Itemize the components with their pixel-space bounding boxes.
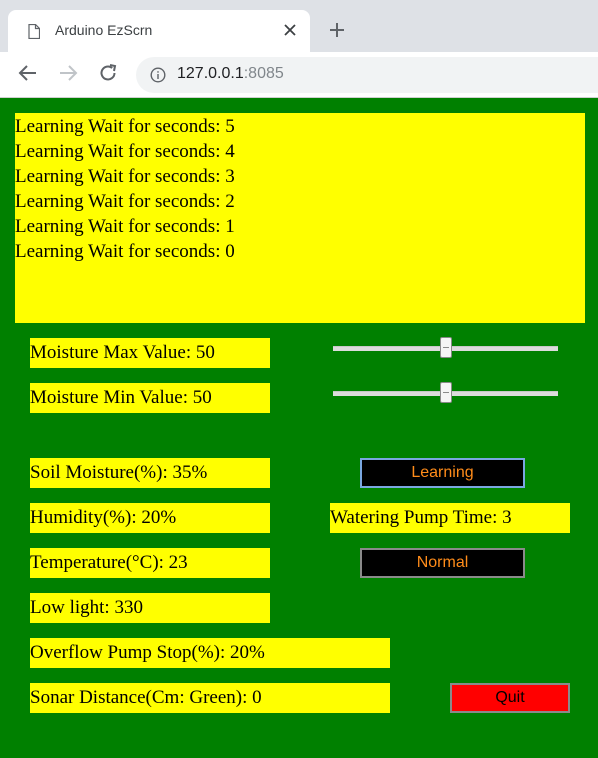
new-tab-icon[interactable] — [327, 20, 347, 40]
slider-thumb[interactable] — [439, 382, 452, 403]
learning-button[interactable]: Learning — [360, 458, 525, 488]
log-panel: Learning Wait for seconds: 5 Learning Wa… — [15, 113, 585, 323]
back-arrow-icon[interactable] — [17, 62, 39, 84]
log-line: Learning Wait for seconds: 3 — [15, 166, 235, 187]
watering-pump-time: Watering Pump Time: 3 — [330, 503, 570, 533]
moisture-min-slider[interactable] — [333, 382, 558, 404]
moisture-max-label: Moisture Max Value: 50 — [30, 338, 270, 368]
temperature-reading: Temperature(°C): 23 — [30, 548, 270, 578]
quit-button[interactable]: Quit — [450, 683, 570, 713]
url-text: 127.0.0.1:8085 — [177, 65, 284, 83]
humidity-reading: Humidity(%): 20% — [30, 503, 270, 533]
document-icon — [28, 24, 40, 39]
address-bar[interactable]: 127.0.0.1:8085 — [136, 57, 598, 93]
log-line: Learning Wait for seconds: 2 — [15, 191, 235, 212]
overflow-pump-stop-reading: Overflow Pump Stop(%): 20% — [30, 638, 390, 668]
browser-toolbar: 127.0.0.1:8085 — [0, 52, 598, 98]
reload-icon[interactable] — [97, 62, 119, 84]
slider-thumb[interactable] — [439, 337, 452, 358]
moisture-min-label: Moisture Min Value: 50 — [30, 383, 270, 413]
moisture-max-slider[interactable] — [333, 337, 558, 359]
log-line: Learning Wait for seconds: 0 — [15, 241, 235, 262]
info-icon[interactable] — [150, 67, 166, 83]
url-port: :8085 — [243, 65, 284, 82]
browser-tab-strip: Arduino EzScrn — [0, 0, 598, 52]
sonar-distance-reading: Sonar Distance(Cm: Green): 0 — [30, 683, 390, 713]
forward-arrow-icon[interactable] — [57, 62, 79, 84]
log-line: Learning Wait for seconds: 1 — [15, 216, 235, 237]
normal-button[interactable]: Normal — [360, 548, 525, 578]
close-icon[interactable] — [283, 23, 297, 37]
url-host: 127.0.0.1 — [177, 65, 244, 82]
app-page: Learning Wait for seconds: 5 Learning Wa… — [0, 98, 598, 758]
log-line: Learning Wait for seconds: 5 — [15, 116, 235, 137]
browser-tab[interactable]: Arduino EzScrn — [8, 10, 310, 52]
log-line: Learning Wait for seconds: 4 — [15, 141, 235, 162]
soil-moisture-reading: Soil Moisture(%): 35% — [30, 458, 270, 488]
tab-title: Arduino EzScrn — [55, 22, 153, 38]
low-light-reading: Low light: 330 — [30, 593, 270, 623]
